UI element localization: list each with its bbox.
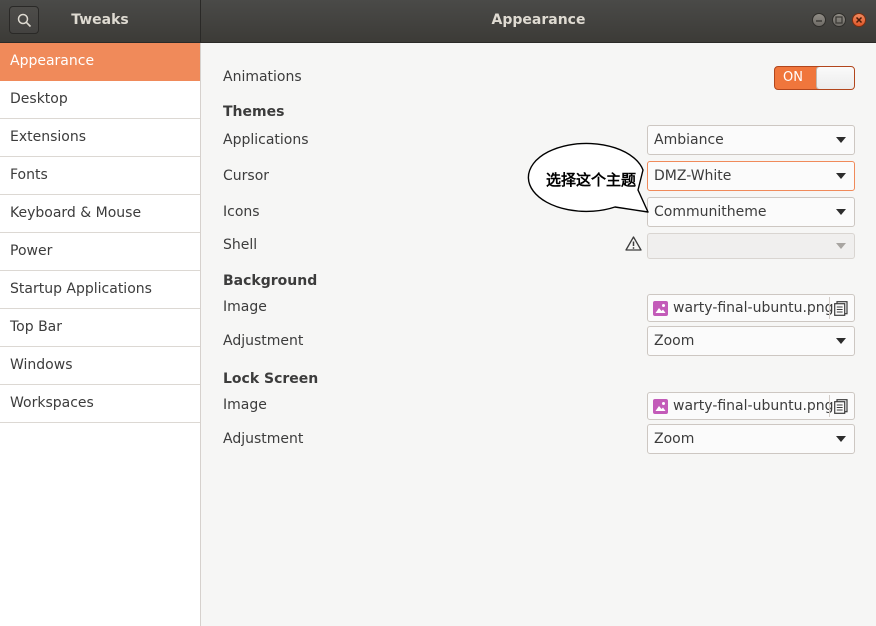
sidebar-item-keyboard-mouse[interactable]: Keyboard & Mouse bbox=[0, 195, 200, 233]
applications-label: Applications bbox=[223, 132, 309, 148]
lock-screen-adjustment-dropdown[interactable]: Zoom bbox=[647, 424, 855, 454]
search-button[interactable] bbox=[9, 6, 39, 34]
document-icon bbox=[834, 399, 848, 414]
lock-screen-image-chooser[interactable]: warty-final-ubuntu.png bbox=[647, 392, 855, 420]
app-title: Tweaks bbox=[71, 12, 129, 28]
chevron-down-icon bbox=[836, 173, 846, 179]
sidebar-item-startup-applications[interactable]: Startup Applications bbox=[0, 271, 200, 309]
sidebar: Appearance Desktop Extensions Fonts Keyb… bbox=[0, 43, 201, 626]
animations-label: Animations bbox=[223, 69, 302, 85]
applications-theme-value: Ambiance bbox=[654, 132, 724, 148]
search-icon bbox=[17, 13, 32, 28]
chevron-down-icon bbox=[836, 436, 846, 442]
switch-on-text: ON bbox=[783, 70, 803, 85]
sidebar-item-fonts[interactable]: Fonts bbox=[0, 157, 200, 195]
shell-label: Shell bbox=[223, 237, 258, 253]
image-file-icon bbox=[653, 399, 668, 414]
close-button[interactable] bbox=[852, 13, 866, 27]
cursor-theme-dropdown[interactable]: DMZ-White bbox=[647, 161, 855, 191]
switch-knob[interactable] bbox=[816, 67, 854, 89]
sidebar-item-appearance[interactable]: Appearance bbox=[0, 43, 200, 81]
background-image-label: Image bbox=[223, 299, 267, 315]
image-file-icon bbox=[653, 301, 668, 316]
page-title: Appearance bbox=[491, 12, 586, 28]
icons-label: Icons bbox=[223, 204, 260, 220]
sidebar-item-windows[interactable]: Windows bbox=[0, 347, 200, 385]
chooser-separator bbox=[829, 395, 830, 417]
applications-theme-dropdown[interactable]: Ambiance bbox=[647, 125, 855, 155]
background-image-chooser[interactable]: warty-final-ubuntu.png bbox=[647, 294, 855, 322]
chevron-down-icon bbox=[836, 243, 846, 249]
background-adjustment-label: Adjustment bbox=[223, 333, 304, 349]
sidebar-item-workspaces[interactable]: Workspaces bbox=[0, 385, 200, 423]
maximize-button[interactable] bbox=[832, 13, 846, 27]
chevron-down-icon bbox=[836, 137, 846, 143]
themes-heading: Themes bbox=[223, 104, 285, 120]
header-bar: Tweaks Appearance bbox=[0, 0, 876, 43]
chevron-down-icon bbox=[836, 338, 846, 344]
warning-icon bbox=[625, 236, 642, 251]
minimize-button[interactable] bbox=[812, 13, 826, 27]
annotation-text: 选择这个主题 bbox=[545, 171, 636, 189]
background-image-filename: warty-final-ubuntu.png bbox=[673, 300, 834, 316]
icons-theme-dropdown[interactable]: Communitheme bbox=[647, 197, 855, 227]
appearance-panel: Animations ON Themes Applications Ambian… bbox=[201, 43, 876, 626]
document-icon bbox=[834, 301, 848, 316]
lock-screen-heading: Lock Screen bbox=[223, 371, 319, 387]
lock-screen-image-label: Image bbox=[223, 397, 267, 413]
shell-theme-dropdown[interactable] bbox=[647, 233, 855, 259]
cursor-theme-value: DMZ-White bbox=[654, 168, 732, 184]
minimize-icon bbox=[816, 20, 822, 22]
animations-switch[interactable]: ON bbox=[774, 66, 855, 90]
background-heading: Background bbox=[223, 273, 318, 289]
cursor-label: Cursor bbox=[223, 168, 270, 184]
maximize-icon bbox=[835, 16, 843, 24]
background-adjustment-value: Zoom bbox=[654, 333, 695, 349]
lock-screen-adjustment-label: Adjustment bbox=[223, 431, 304, 447]
background-adjustment-dropdown[interactable]: Zoom bbox=[647, 326, 855, 356]
lock-screen-image-filename: warty-final-ubuntu.png bbox=[673, 398, 834, 414]
sidebar-item-desktop[interactable]: Desktop bbox=[0, 81, 200, 119]
sidebar-item-extensions[interactable]: Extensions bbox=[0, 119, 200, 157]
chevron-down-icon bbox=[836, 209, 846, 215]
sidebar-item-top-bar[interactable]: Top Bar bbox=[0, 309, 200, 347]
sidebar-item-power[interactable]: Power bbox=[0, 233, 200, 271]
close-icon bbox=[855, 16, 863, 24]
icons-theme-value: Communitheme bbox=[654, 204, 767, 220]
chooser-separator bbox=[829, 297, 830, 319]
lock-screen-adjustment-value: Zoom bbox=[654, 431, 695, 447]
